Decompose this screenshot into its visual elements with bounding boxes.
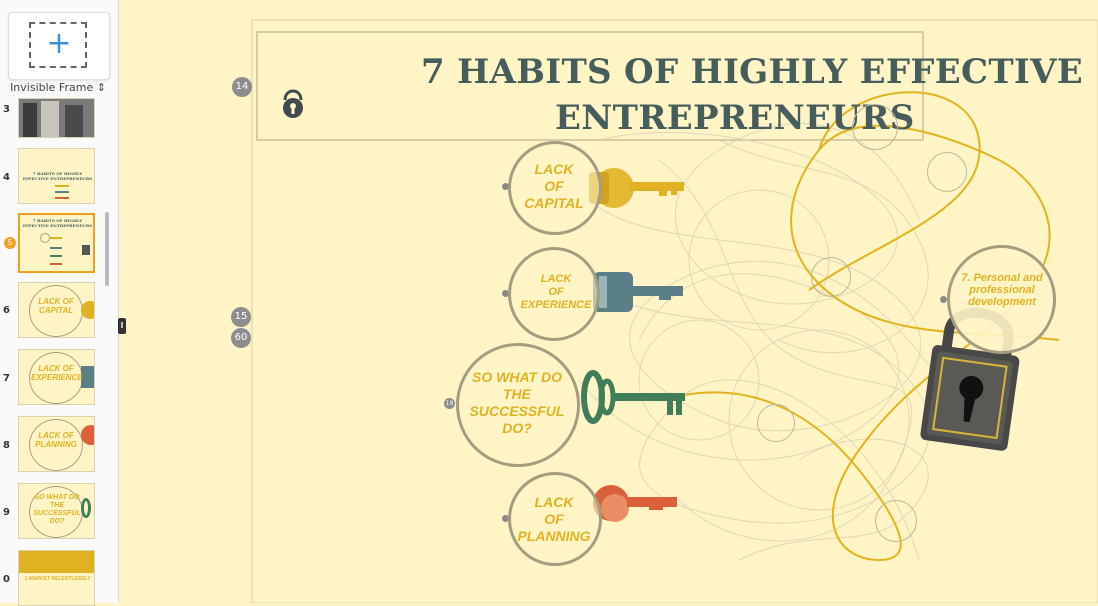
key-mini xyxy=(81,425,94,445)
thumbnail-label: LACK OF EXPERIENCE xyxy=(31,364,83,382)
thumbnail-label: 1 MARKET RELENTLESSLY xyxy=(24,576,91,582)
topic-label-planning: LACK OF PLANNING xyxy=(517,494,591,544)
topic-label-successful: SO WHAT DO THE SUCCESSFUL DO? xyxy=(469,369,565,436)
presentation-canvas[interactable]: 14 15 60 7 HABITS OF HIGHLY EFFECTIVE EN… xyxy=(119,0,1098,603)
thumbnail-4[interactable]: 7 HABITS OF HIGHLY EFFECTIVE ENTREPRENEU… xyxy=(18,148,95,204)
page-title-line1: 7 HABITS OF HIGHLY EFFECTIVE xyxy=(421,52,1084,92)
photo-figure xyxy=(23,103,37,137)
teal-key-icon xyxy=(593,272,683,312)
subtopic-circle[interactable] xyxy=(811,257,851,297)
thumbnail-label: SO WHAT DO THE SUCCESSFUL DO? xyxy=(33,494,81,525)
key-mini xyxy=(50,255,62,257)
nav-badge[interactable]: 15 xyxy=(231,307,251,327)
frame-type-select[interactable]: Invisible Frame ⇕ xyxy=(6,81,110,94)
current-frame-badge: 5 xyxy=(4,237,16,249)
photo-figure xyxy=(65,105,83,137)
frames-sidebar: + Invisible Frame ⇕ 3 4 7 HABITS OF HIGH… xyxy=(0,0,119,606)
padlock-icon xyxy=(283,89,303,118)
key-mini xyxy=(81,366,94,388)
thumbnail-7[interactable]: LACK OF EXPERIENCE xyxy=(18,349,95,405)
green-key-icon xyxy=(581,370,685,424)
thumbnail-6[interactable]: LACK OF CAPITAL xyxy=(18,282,95,338)
thumb-banner xyxy=(19,551,94,573)
padlock-mini xyxy=(82,245,90,255)
thumbnail-10[interactable]: 1 MARKET RELENTLESSLY xyxy=(18,550,95,606)
thumbnail-label: LACK OF CAPITAL xyxy=(38,297,74,315)
key-mini xyxy=(50,263,62,265)
thumbnail-number: 3 xyxy=(3,104,10,115)
subtopic-circle[interactable] xyxy=(927,152,967,192)
thumbnail-number: 7 xyxy=(3,373,10,384)
topic-dot: 19 xyxy=(444,398,455,409)
key-mini xyxy=(81,301,94,319)
key-mini xyxy=(55,191,69,193)
subtopic-circle[interactable] xyxy=(852,104,898,150)
thumb-circle xyxy=(40,233,50,243)
thumbnail-9[interactable]: SO WHAT DO THE SUCCESSFUL DO? xyxy=(18,483,95,539)
thumbnail-number: 0 xyxy=(3,574,10,585)
subtopic-circle[interactable] xyxy=(757,404,795,442)
add-frame-button[interactable]: + xyxy=(8,12,110,80)
thumbnail-label: LACK OF PLANNING xyxy=(35,431,77,449)
photo-figure xyxy=(41,101,59,137)
thumbnail-number: 6 xyxy=(3,305,10,316)
thumbnail-title: 7 HABITS OF HIGHLY EFFECTIVE ENTREPRENEU… xyxy=(22,218,93,228)
key-mini xyxy=(55,185,69,187)
topic-dot xyxy=(940,296,947,303)
topic-label-experience: LACK OF EXPERIENCE xyxy=(520,273,592,311)
nav-badge[interactable]: 14 xyxy=(232,77,252,97)
key-mini xyxy=(55,197,69,199)
thumbnail-number: 9 xyxy=(3,507,10,518)
plus-icon: + xyxy=(46,26,72,61)
key-mini xyxy=(50,247,62,249)
thumbnail-5[interactable]: 7 HABITS OF HIGHLY EFFECTIVE ENTREPRENEU… xyxy=(18,213,95,273)
thumbnail-8[interactable]: LACK OF PLANNING xyxy=(18,416,95,472)
gold-key-icon xyxy=(589,168,684,208)
sidebar-scrollbar[interactable] xyxy=(105,212,109,286)
nav-badge[interactable]: 60 xyxy=(231,328,251,348)
subtopic-circle[interactable] xyxy=(875,500,917,542)
thumbnail-title: 7 HABITS OF HIGHLY EFFECTIVE ENTREPRENEU… xyxy=(22,171,93,181)
topic-label-personal: 7. Personal and professional development xyxy=(961,272,1043,308)
orange-key-icon xyxy=(593,485,677,522)
topic-label-capital: LACK OF CAPITAL xyxy=(524,161,584,211)
thumbnail-number: 4 xyxy=(3,172,10,183)
thumbnail-3[interactable] xyxy=(18,98,95,138)
key-mini xyxy=(50,237,62,239)
thumbnail-number: 8 xyxy=(3,440,10,451)
